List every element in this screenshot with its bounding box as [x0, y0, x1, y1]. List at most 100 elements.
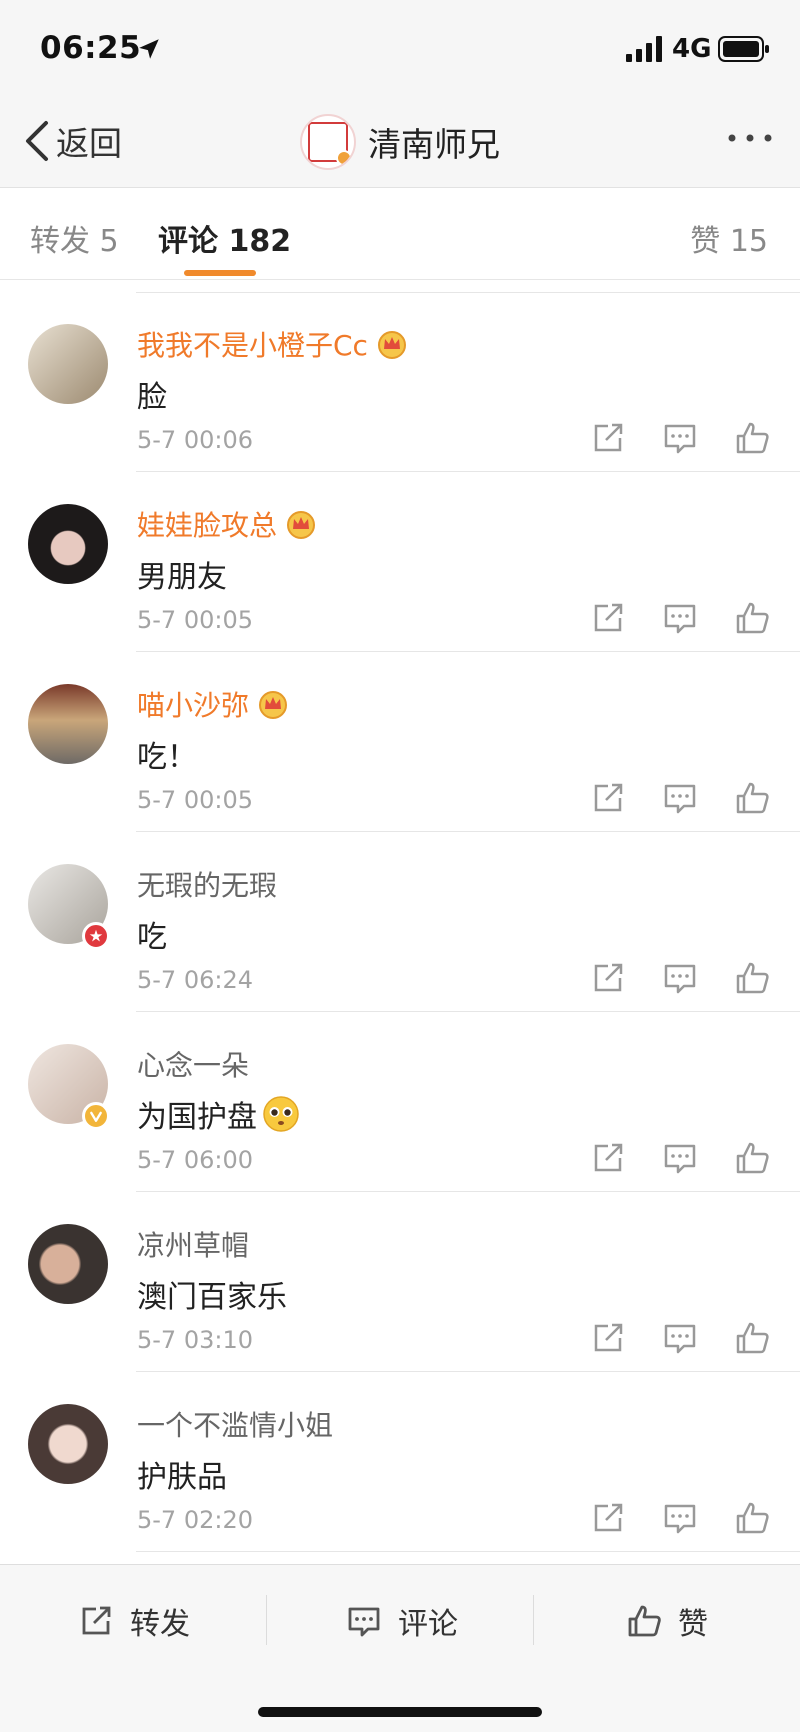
- status-time: 06:25: [40, 30, 142, 66]
- reply-button[interactable]: [660, 418, 700, 458]
- comment-time: 5-7 00:05: [137, 606, 253, 634]
- share-button[interactable]: [588, 958, 628, 998]
- comment-icon: [664, 784, 696, 814]
- tab-likes[interactable]: 赞 15: [690, 216, 768, 260]
- crown-icon: [259, 691, 288, 719]
- thumbs-up-icon: [628, 1605, 661, 1637]
- tab-comments[interactable]: 评论 182: [158, 216, 291, 260]
- comment-author[interactable]: 无瑕的无瑕: [137, 864, 277, 904]
- author-name: 心念一朵: [137, 1049, 250, 1082]
- comment-label: 评论: [398, 1607, 458, 1642]
- like-button[interactable]: [732, 1138, 772, 1178]
- nav-user[interactable]: 清南师兄: [300, 112, 500, 172]
- comment-icon: [664, 424, 696, 454]
- comment-text: 男朋友: [137, 560, 227, 595]
- comment-author[interactable]: 凉州草帽: [137, 1224, 249, 1264]
- list-item: 无瑕的无瑕 吃 5-7 06:24: [0, 832, 800, 1012]
- tab-repost[interactable]: 转发 5: [30, 216, 119, 260]
- like-button[interactable]: [732, 598, 772, 638]
- emoji-pleading-icon: [263, 1096, 299, 1132]
- share-button[interactable]: [588, 1138, 628, 1178]
- navigation-bar: 返回 清南师兄: [0, 96, 800, 188]
- reply-button[interactable]: [660, 1138, 700, 1178]
- comment-author[interactable]: 喵小沙弥: [137, 684, 289, 724]
- avatar[interactable]: [28, 1224, 108, 1304]
- avatar: [300, 114, 356, 170]
- like-button[interactable]: [732, 958, 772, 998]
- author-name: 喵小沙弥: [137, 689, 250, 722]
- share-icon: [82, 1606, 111, 1635]
- like-button[interactable]: 赞: [624, 1595, 708, 1647]
- share-button[interactable]: [588, 598, 628, 638]
- comment-icon: [664, 1504, 696, 1534]
- comment-time: 5-7 02:20: [137, 1506, 253, 1534]
- share-icon: [594, 603, 623, 632]
- author-name: 我我不是小橙子Cc: [137, 329, 368, 362]
- repost-label: 转发: [130, 1607, 190, 1642]
- reply-button[interactable]: [660, 1318, 700, 1358]
- divider: [136, 1551, 800, 1552]
- repost-button[interactable]: 转发: [76, 1595, 190, 1647]
- author-name: 无瑕的无瑕: [137, 869, 278, 902]
- author-name: 一个不滥情小姐: [137, 1409, 334, 1442]
- comment-icon: [348, 1607, 380, 1637]
- divider: [266, 1595, 267, 1645]
- share-button[interactable]: [588, 778, 628, 818]
- share-button[interactable]: [588, 1318, 628, 1358]
- comment-author[interactable]: 娃娃脸攻总: [137, 504, 317, 544]
- comment-author[interactable]: 心念一朵: [137, 1044, 249, 1084]
- avatar[interactable]: [28, 504, 108, 584]
- comment-time: 5-7 06:00: [137, 1146, 253, 1174]
- reply-button[interactable]: [660, 1498, 700, 1538]
- location-arrow-icon: [139, 39, 159, 59]
- list-item: 我我不是小橙子Cc 脸 5-7 00:06: [0, 292, 800, 472]
- like-button[interactable]: [732, 1498, 772, 1538]
- comment-icon: [664, 604, 696, 634]
- list-item: 凉州草帽 澳门百家乐 5-7 03:10: [0, 1192, 800, 1372]
- reply-button[interactable]: [660, 778, 700, 818]
- comment-author[interactable]: 我我不是小橙子Cc: [137, 324, 408, 364]
- avatar[interactable]: [28, 324, 108, 404]
- comment-time: 5-7 03:10: [137, 1326, 253, 1354]
- share-icon: [594, 423, 623, 452]
- like-button[interactable]: [732, 418, 772, 458]
- comment-text: 护肤品: [137, 1460, 227, 1495]
- thumbs-up-icon: [736, 1142, 769, 1174]
- share-button[interactable]: [588, 1498, 628, 1538]
- thumbs-up-icon: [736, 782, 769, 814]
- share-icon: [594, 963, 623, 992]
- more-options-icon[interactable]: [726, 128, 774, 148]
- list-item: 喵小沙弥 吃！ 5-7 00:05: [0, 652, 800, 832]
- thumbs-up-icon: [736, 1502, 769, 1534]
- like-label: 赞: [678, 1607, 708, 1642]
- comment-icon: [664, 964, 696, 994]
- list-item: 心念一朵 为国护盘 5-7 06:00: [0, 1012, 800, 1192]
- signal-icon: [626, 36, 662, 62]
- reply-button[interactable]: [660, 958, 700, 998]
- verified-badge-icon: [82, 1102, 110, 1130]
- back-button[interactable]: 返回: [22, 118, 122, 164]
- comment-author[interactable]: 一个不滥情小姐: [137, 1404, 333, 1444]
- reply-button[interactable]: [660, 598, 700, 638]
- comment-text: 脸: [137, 380, 167, 415]
- thumbs-up-icon: [736, 602, 769, 634]
- list-item: 一个不滥情小姐 护肤品 5-7 02:20: [0, 1372, 800, 1552]
- author-name: 娃娃脸攻总: [137, 509, 278, 542]
- avatar[interactable]: [28, 1404, 108, 1484]
- comment-icon: [664, 1324, 696, 1354]
- comment-text-content: 为国护盘: [137, 1100, 257, 1135]
- network-type: 4G: [672, 34, 712, 64]
- battery-icon: [718, 36, 769, 62]
- thumbs-up-icon: [736, 962, 769, 994]
- author-name: 凉州草帽: [137, 1229, 250, 1262]
- like-button[interactable]: [732, 1318, 772, 1358]
- avatar[interactable]: [28, 684, 108, 764]
- comment-button[interactable]: 评论: [344, 1595, 458, 1647]
- thumbs-up-icon: [736, 422, 769, 454]
- like-button[interactable]: [732, 778, 772, 818]
- verified-badge-icon: [336, 150, 352, 166]
- share-icon: [594, 1503, 623, 1532]
- share-button[interactable]: [588, 418, 628, 458]
- home-indicator[interactable]: [258, 1707, 542, 1717]
- comment-time: 5-7 00:06: [137, 426, 253, 454]
